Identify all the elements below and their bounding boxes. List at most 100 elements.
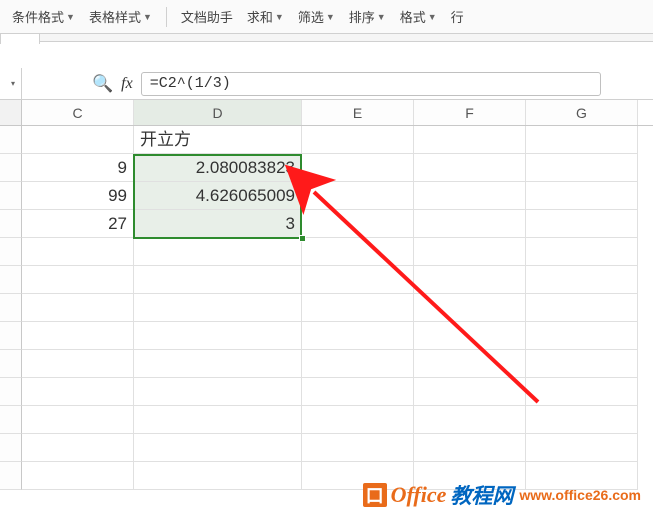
cell[interactable] xyxy=(134,266,302,294)
cell[interactable] xyxy=(302,266,414,294)
cell[interactable] xyxy=(526,378,638,406)
chevron-down-icon: ▼ xyxy=(143,12,152,22)
cell-F4[interactable] xyxy=(414,210,526,238)
cell[interactable] xyxy=(302,294,414,322)
row-header[interactable] xyxy=(0,350,22,378)
cell[interactable] xyxy=(134,378,302,406)
row-button[interactable]: 行 xyxy=(447,5,468,28)
cell-F1[interactable] xyxy=(414,126,526,154)
row-header[interactable] xyxy=(0,434,22,462)
cell-E4[interactable] xyxy=(302,210,414,238)
cell-C1[interactable] xyxy=(22,126,134,154)
cell[interactable] xyxy=(302,350,414,378)
cell[interactable] xyxy=(22,406,134,434)
cell-G2[interactable] xyxy=(526,154,638,182)
cell-G4[interactable] xyxy=(526,210,638,238)
cell[interactable] xyxy=(526,238,638,266)
cell[interactable] xyxy=(22,238,134,266)
cell[interactable] xyxy=(134,350,302,378)
col-header-D[interactable]: D xyxy=(134,100,302,125)
cell[interactable] xyxy=(414,266,526,294)
row-header[interactable] xyxy=(0,322,22,350)
cell-F3[interactable] xyxy=(414,182,526,210)
cell[interactable] xyxy=(526,406,638,434)
row-header[interactable] xyxy=(0,406,22,434)
cell[interactable] xyxy=(22,294,134,322)
row-header[interactable] xyxy=(0,462,22,490)
cell[interactable] xyxy=(302,322,414,350)
cell[interactable] xyxy=(414,434,526,462)
cell[interactable] xyxy=(22,266,134,294)
cell-F2[interactable] xyxy=(414,154,526,182)
cell[interactable] xyxy=(414,350,526,378)
cell[interactable] xyxy=(414,406,526,434)
cell-E1[interactable] xyxy=(302,126,414,154)
cell-C4[interactable]: 27 xyxy=(22,210,134,238)
cell[interactable] xyxy=(134,294,302,322)
row-header[interactable] xyxy=(0,126,22,154)
cell-E3[interactable] xyxy=(302,182,414,210)
select-all-corner[interactable] xyxy=(0,100,22,125)
cell[interactable] xyxy=(134,322,302,350)
doc-helper-button[interactable]: 文档助手 xyxy=(177,5,237,28)
col-header-E[interactable]: E xyxy=(302,100,414,125)
cell-D1[interactable]: 开立方 xyxy=(134,126,302,154)
cell[interactable] xyxy=(526,350,638,378)
formula-input[interactable] xyxy=(141,72,601,96)
format-button[interactable]: 格式 ▼ xyxy=(396,5,441,28)
magnify-icon[interactable]: 🔍 xyxy=(92,74,113,94)
cell[interactable] xyxy=(22,378,134,406)
cell[interactable] xyxy=(526,434,638,462)
cell-C2[interactable]: 9 xyxy=(22,154,134,182)
cell-D2[interactable]: 2.080083823 xyxy=(134,154,302,182)
chevron-down-icon: ▾ xyxy=(11,79,15,88)
col-header-C[interactable]: C xyxy=(22,100,134,125)
conditional-format-button[interactable]: 条件格式 ▼ xyxy=(8,5,79,28)
cell[interactable] xyxy=(134,434,302,462)
row-header[interactable] xyxy=(0,294,22,322)
chevron-down-icon: ▼ xyxy=(428,12,437,22)
cell[interactable] xyxy=(302,238,414,266)
table-style-button[interactable]: 表格样式 ▼ xyxy=(85,5,156,28)
column-headers: C D E F G xyxy=(0,100,653,126)
cell-G1[interactable] xyxy=(526,126,638,154)
spreadsheet: C D E F G 开立方 9 2.080083823 99 4.6260650… xyxy=(0,100,653,490)
row-header[interactable] xyxy=(0,154,22,182)
cell[interactable] xyxy=(22,434,134,462)
cell-D3[interactable]: 4.626065009 xyxy=(134,182,302,210)
cell[interactable] xyxy=(526,266,638,294)
cell[interactable] xyxy=(302,406,414,434)
cell[interactable] xyxy=(414,238,526,266)
col-header-F[interactable]: F xyxy=(414,100,526,125)
sum-button[interactable]: 求和 ▼ xyxy=(243,5,288,28)
col-header-G[interactable]: G xyxy=(526,100,638,125)
cell[interactable] xyxy=(302,378,414,406)
row-header[interactable] xyxy=(0,266,22,294)
cell[interactable] xyxy=(134,238,302,266)
brand-url: www.office26.com xyxy=(519,487,641,503)
cell[interactable] xyxy=(414,378,526,406)
row-header[interactable] xyxy=(0,238,22,266)
cell[interactable] xyxy=(22,350,134,378)
filter-button[interactable]: 筛选 ▼ xyxy=(294,5,339,28)
row-header[interactable] xyxy=(0,182,22,210)
cell[interactable] xyxy=(22,322,134,350)
cell[interactable] xyxy=(22,462,134,490)
cell-G3[interactable] xyxy=(526,182,638,210)
name-box[interactable]: ▾ xyxy=(0,68,22,99)
fx-label[interactable]: fx xyxy=(121,75,133,93)
cell[interactable] xyxy=(134,462,302,490)
cell[interactable] xyxy=(526,294,638,322)
sort-button[interactable]: 排序 ▼ xyxy=(345,5,390,28)
cell-E2[interactable] xyxy=(302,154,414,182)
cell-C3[interactable]: 99 xyxy=(22,182,134,210)
row-header[interactable] xyxy=(0,210,22,238)
cell-D4[interactable]: 3 xyxy=(134,210,302,238)
row-header[interactable] xyxy=(0,378,22,406)
chevron-down-icon: ▼ xyxy=(275,12,284,22)
cell[interactable] xyxy=(134,406,302,434)
cell[interactable] xyxy=(526,322,638,350)
cell[interactable] xyxy=(302,434,414,462)
cell[interactable] xyxy=(414,294,526,322)
cell[interactable] xyxy=(414,322,526,350)
